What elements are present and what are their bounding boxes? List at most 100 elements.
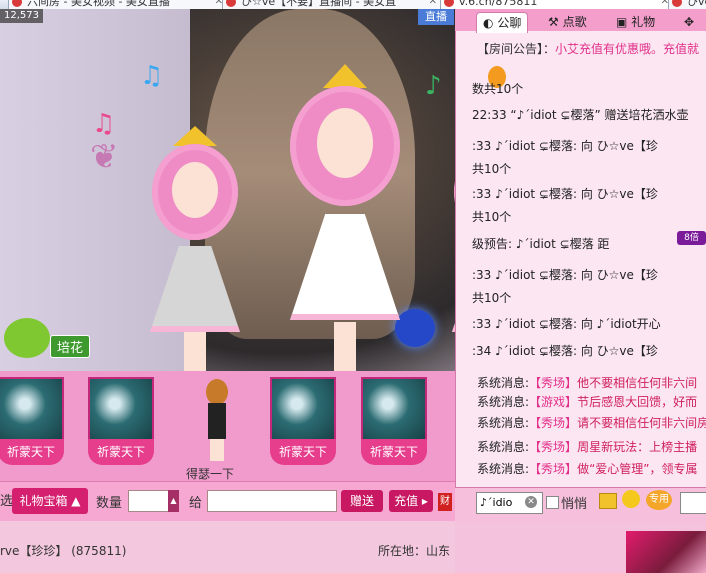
- browser-tab-bar: 六间房 - 美女视频 - 美女直播 ✕ ひ☆ve【不要】直播间 - 美女直 ✕ …: [0, 0, 706, 9]
- system-text[interactable]: 周星新玩法：上榜主播: [577, 440, 697, 454]
- tab-label: 六间房 - 美女视频 - 美女直播: [27, 0, 170, 8]
- dandelion-image: [0, 377, 64, 443]
- system-text[interactable]: 节后感恩大回馈，好而: [577, 395, 697, 409]
- chat-bubble-icon: ◐: [483, 16, 494, 30]
- recipient-input[interactable]: [207, 490, 337, 512]
- system-tag[interactable]: 【秀场】: [529, 416, 577, 430]
- gift-card[interactable]: 祈蒙天下: [88, 377, 154, 467]
- system-label: 系统消息:: [477, 462, 530, 476]
- system-message: 系统消息:【秀场】他不要相信任何非六间: [477, 374, 706, 391]
- system-label: 系统消息:: [477, 440, 530, 454]
- gift-label: 祈蒙天下: [270, 439, 336, 465]
- dandelion-image: [270, 377, 336, 443]
- system-text[interactable]: 请不要相信任何非六间房: [577, 416, 706, 430]
- chat-message: :34 ♪ˊidiot ⊊樱落: 向 ひ☆ve【珍: [472, 344, 658, 358]
- avatar-dress: [290, 214, 400, 320]
- close-icon[interactable]: ✕: [429, 0, 437, 9]
- system-message: 系统消息:【游戏】节后感恩大回馈，好而: [477, 393, 706, 410]
- chat-message: 共10个: [472, 162, 512, 176]
- promo-image[interactable]: [626, 531, 706, 573]
- music-note-icon: ♫: [140, 61, 164, 91]
- gift-card[interactable]: 祈蒙天下: [361, 377, 427, 467]
- room-notice: 【房间公告】：小艾充值有优惠哦。充值就: [477, 40, 706, 57]
- whisper-checkbox[interactable]: [546, 496, 559, 509]
- system-message: 系统消息:【秀场】做“爱心管理”，领专属: [477, 460, 706, 477]
- system-text[interactable]: 他不要相信任何非六间: [577, 376, 697, 390]
- water-flower-label[interactable]: 培花: [50, 335, 91, 358]
- dandelion-image: [88, 377, 154, 443]
- level-badge: 8倍: [677, 231, 706, 245]
- system-label: 系统消息:: [477, 376, 530, 390]
- gift-label: 祈蒙天下: [361, 439, 427, 465]
- gamepad-icon: ✥: [684, 15, 695, 29]
- system-label: 系统消息:: [477, 395, 530, 409]
- browser-tab-4[interactable]: ひve: [668, 0, 706, 9]
- avatar-face: [317, 108, 373, 178]
- clear-icon[interactable]: ✕: [525, 496, 537, 508]
- chat-message: :33 ♪ˊidiot ⊊樱落: 向 ♪ˊidiot开心: [472, 317, 661, 331]
- watering-can-icon[interactable]: [4, 318, 50, 358]
- browser-tab-2[interactable]: ひ☆ve【不要】直播间 - 美女直 ✕: [222, 0, 442, 9]
- butterfly-icon: ❦: [90, 137, 119, 177]
- tab-games[interactable]: ✥: [684, 12, 694, 32]
- quantity-input[interactable]: [128, 490, 170, 512]
- notice-text: 小艾充值有优惠哦。充值就: [555, 42, 700, 56]
- wealth-button[interactable]: 财: [438, 493, 452, 511]
- arrow-right-icon: ▸: [421, 494, 428, 508]
- location-text: 所在地：山东: [378, 544, 451, 558]
- chat-message: :33 ♪ˊidiot ⊊樱落: 向 ひ☆ve【珍: [472, 268, 658, 282]
- gift-box-label: 礼物宝箱: [19, 494, 68, 508]
- chat-message: :33 ♪ˊidiot ⊊樱落: 向 ひ☆ve【珍: [472, 139, 658, 153]
- notice-label: 【房间公告】：: [477, 42, 556, 56]
- recharge-label: 充值: [394, 494, 419, 508]
- quantity-label: 数量: [96, 496, 123, 511]
- crown-icon: [173, 126, 217, 146]
- room-info: rve【珍珍】 (875811): [0, 544, 127, 558]
- tab-label: 点歌: [562, 15, 587, 29]
- emoji-icon[interactable]: [622, 490, 640, 508]
- browser-tab-3[interactable]: v.6.cn/875811 ✕: [440, 0, 674, 9]
- whisper-label: 悄悄: [561, 497, 588, 512]
- tab-label: v.6.cn/875811: [459, 0, 538, 8]
- system-tag[interactable]: 【游戏】: [529, 395, 577, 409]
- special-button[interactable]: 专用: [646, 490, 672, 510]
- gift-label: 祈蒙天下: [88, 439, 154, 465]
- system-tag[interactable]: 【秀场】: [529, 376, 577, 390]
- live-badge: 直播: [418, 9, 454, 25]
- avatar-face: [172, 162, 218, 218]
- tab-label: 礼物: [631, 15, 656, 29]
- chat-message: :33 ♪ˊidiot ⊊樱落: 向 ひ☆ve【珍: [472, 187, 658, 201]
- small-girl-figure: [202, 379, 232, 463]
- avatar-dress: [150, 246, 240, 332]
- system-tag[interactable]: 【秀场】: [529, 462, 577, 476]
- chat-message: 数共10个: [472, 82, 524, 96]
- system-tag[interactable]: 【秀场】: [529, 440, 577, 454]
- chat-message: 级预告: ♪ˊidiot ⊊樱落 距: [472, 237, 610, 251]
- site-icon: [672, 0, 682, 7]
- recipient-label: 给: [189, 496, 203, 511]
- site-icon: [226, 0, 236, 7]
- gift-card[interactable]: 祈蒙天下: [270, 377, 336, 467]
- recharge-button[interactable]: 充值 ▸: [389, 490, 433, 512]
- system-text[interactable]: 做“爱心管理”，领专属: [577, 462, 697, 476]
- chat-message: 共10个: [472, 291, 512, 305]
- chat-message: 共10个: [472, 210, 512, 224]
- image-icon[interactable]: [599, 493, 617, 509]
- tab-song-request[interactable]: ⚒ 点歌: [548, 12, 587, 32]
- gift-box-button[interactable]: 礼物宝箱 ▲: [12, 488, 88, 514]
- send-gift-button[interactable]: 赠送: [341, 490, 383, 512]
- chat-message: 22:33 “♪ˊidiot ⊊樱落” 赠送培花洒水壶: [472, 108, 689, 122]
- dandelion-image: [361, 377, 427, 443]
- chat-message-input[interactable]: [680, 492, 706, 514]
- browser-tab-1[interactable]: 六间房 - 美女视频 - 美女直播 ✕: [8, 0, 228, 9]
- gift-card[interactable]: 祈蒙天下: [0, 377, 64, 467]
- site-icon: [444, 0, 454, 7]
- system-label: 系统消息:: [477, 416, 530, 430]
- quantity-spinner-icon[interactable]: ▲: [168, 490, 179, 512]
- tab-label: 公聊: [497, 16, 522, 30]
- tab-public-chat[interactable]: ◐ 公聊: [476, 12, 529, 33]
- tab-gifts[interactable]: ▣ 礼物: [616, 12, 655, 32]
- triangle-up-icon: ▲: [71, 494, 81, 508]
- system-message: 系统消息:【秀场】周星新玩法：上榜主播: [477, 438, 706, 455]
- tab-label: ひ☆ve【不要】直播间 - 美女直: [241, 0, 397, 8]
